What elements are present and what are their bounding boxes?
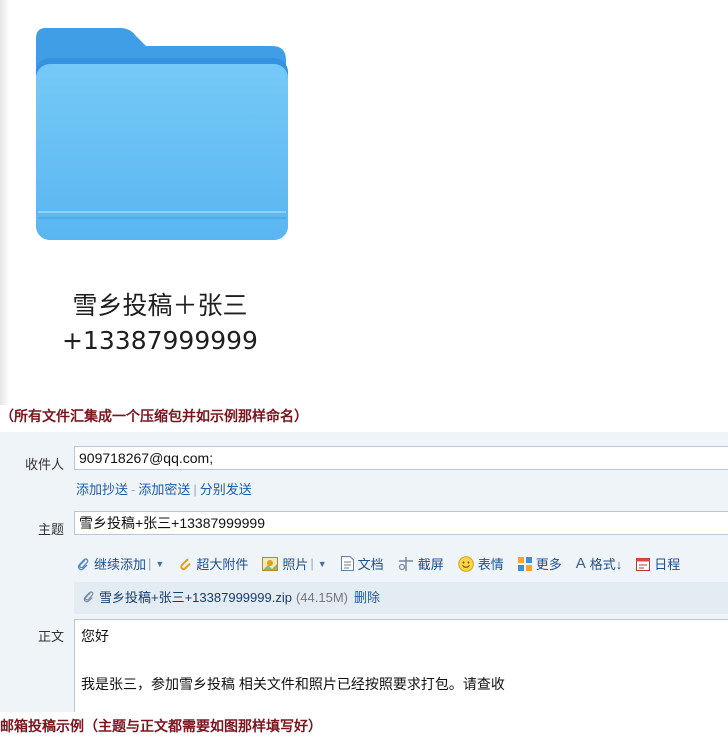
add-cc-link[interactable]: 添加抄送 <box>76 482 128 497</box>
to-label: 收件人 <box>24 457 64 472</box>
document-icon <box>340 556 354 571</box>
attachment-size: (44.15M) <box>295 590 348 605</box>
compose-panel: 收件人 909718267@qq.com; 添加抄送 - 添加密送 | 分别发送 主题 … <box>0 432 728 712</box>
toolbar-divider: | <box>148 556 152 571</box>
large-attachment-button[interactable]: 超大附件 <box>178 554 248 573</box>
photo-label: 照片 <box>282 557 309 572</box>
continue-add-button[interactable]: 继续添加 | ▼ <box>76 554 164 573</box>
format-button[interactable]: A 格式↓ <box>576 554 623 573</box>
more-label: 更多 <box>535 557 562 572</box>
emoji-button[interactable]: 表情 <box>457 554 504 573</box>
large-attachment-label: 超大附件 <box>196 557 249 572</box>
schedule-button[interactable]: 日程 <box>636 554 680 573</box>
format-label: 格式↓ <box>589 557 623 572</box>
folder-icon[interactable] <box>36 28 288 240</box>
recipient-links: 添加抄送 - 添加密送 | 分别发送 <box>76 479 252 498</box>
paperclip-icon <box>76 557 90 571</box>
attachment-delete-link[interactable]: 删除 <box>354 590 380 605</box>
scissors-icon <box>398 556 414 571</box>
body-message: 我是张三，参加雪乡投稿 相关文件和照片已经按照要求打包。请查收 <box>81 676 505 692</box>
document-label: 文档 <box>357 557 384 572</box>
document-button[interactable]: 文档 <box>340 554 384 573</box>
link-separator: - <box>131 482 136 497</box>
calendar-icon <box>636 557 651 571</box>
photo-button[interactable]: 照片 | ▼ <box>262 554 327 573</box>
folder-name[interactable]: 雪乡投稿＋张三 +13387999999 <box>0 288 320 358</box>
compose-toolbar: 继续添加 | ▼ 超大附件 照片 | ▼ 文档 截屏 表情 更多 A 格式↓ 日… <box>76 554 694 573</box>
screenshot-button[interactable]: 截屏 <box>398 554 444 573</box>
toolbar-divider: | <box>310 556 314 571</box>
continue-add-label: 继续添加 <box>94 557 147 572</box>
emoji-label: 表情 <box>477 557 504 572</box>
caption-bottom: 邮箱投稿示例（主题与正文都需要如图那样填写好） <box>0 719 322 735</box>
screenshot-label: 截屏 <box>417 557 444 572</box>
body-greeting: 您好 <box>81 628 109 644</box>
attachment-row: 雪乡投稿+张三+13387999999.zip (44.15M) 删除 <box>74 582 728 614</box>
chevron-down-icon[interactable]: ▼ <box>318 559 327 569</box>
attachment-clip-icon <box>82 583 95 615</box>
font-a-icon: A <box>575 555 586 572</box>
folder-name-line1: 雪乡投稿＋张三 <box>72 291 248 320</box>
chevron-down-icon[interactable]: ▼ <box>155 559 164 569</box>
subject-label: 主题 <box>37 522 64 537</box>
smiley-icon <box>457 555 474 572</box>
grid-icon <box>517 556 532 571</box>
large-paperclip-icon <box>178 557 192 571</box>
more-button[interactable]: 更多 <box>517 554 562 573</box>
body-label: 正文 <box>37 629 64 644</box>
subject-field[interactable]: 雪乡投稿+张三+13387999999 <box>74 511 728 535</box>
attachment-name[interactable]: 雪乡投稿+张三+13387999999.zip <box>99 590 292 605</box>
add-bcc-link[interactable]: 添加密送 <box>138 482 190 497</box>
separate-send-link[interactable]: 分别发送 <box>200 482 252 497</box>
to-field[interactable]: 909718267@qq.com; <box>74 446 728 470</box>
caption-top: （所有文件汇集成一个压缩包并如示例那样命名） <box>0 409 308 425</box>
link-separator: | <box>193 482 197 497</box>
photo-icon <box>262 556 279 571</box>
schedule-label: 日程 <box>654 557 681 572</box>
body-editor[interactable]: 您好 我是张三，参加雪乡投稿 相关文件和照片已经按照要求打包。请查收 <box>74 619 728 712</box>
folder-name-line2: +13387999999 <box>62 326 258 355</box>
